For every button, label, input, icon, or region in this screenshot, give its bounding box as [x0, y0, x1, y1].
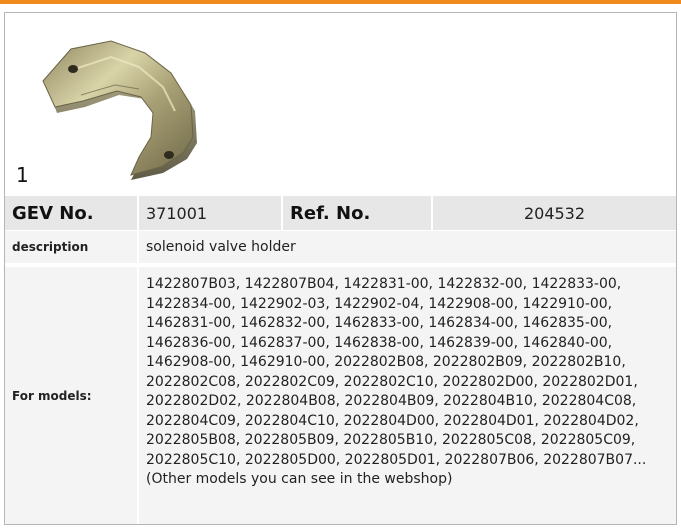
gev-label: GEV No. [12, 202, 94, 224]
models-note: (Other models you can see in the webshop… [146, 471, 453, 487]
models-row: For models: 1422807B03, 1422807B04, 1422… [5, 267, 676, 524]
models-label: For models: [12, 388, 92, 403]
solenoid-valve-holder-image [42, 40, 197, 180]
ref-label: Ref. No. [281, 196, 431, 230]
product-card: 1 GEV No. 371001 Ref. No. 204532 descrip… [4, 12, 677, 525]
models-list: 1422807B03, 1422807B04, 1422831-00, 1422… [146, 276, 647, 468]
description-label: description [12, 240, 89, 254]
models-value: 1422807B03, 1422807B04, 1422831-00, 1422… [137, 267, 676, 524]
image-index-label: 1 [16, 163, 29, 187]
description-row: description solenoid valve holder [5, 231, 676, 265]
ref-value: 204532 [431, 196, 676, 230]
product-image-area: 1 [5, 13, 676, 197]
description-value: solenoid valve holder [137, 231, 676, 263]
gev-row: GEV No. 371001 Ref. No. 204532 [5, 196, 676, 231]
gev-value: 371001 [137, 196, 281, 230]
accent-bar [0, 0, 681, 4]
